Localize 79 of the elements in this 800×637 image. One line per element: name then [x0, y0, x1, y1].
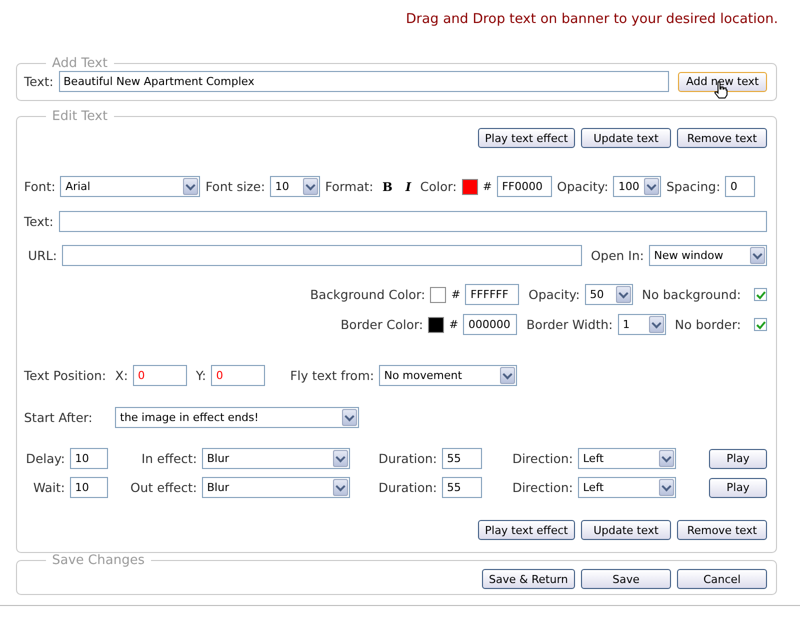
field-label: Text: — [24, 74, 54, 89]
hash-sign: # — [449, 318, 458, 331]
text-field[interactable] — [58, 211, 767, 232]
field-label: Wait: — [32, 480, 65, 495]
number-field[interactable]: 10 — [70, 448, 108, 469]
play-button[interactable]: Play — [709, 478, 767, 498]
checkbox[interactable] — [754, 318, 767, 331]
field-label: Font size: — [205, 179, 266, 194]
text-field[interactable]: Beautiful New Apartment Complex — [58, 71, 669, 92]
action-button[interactable]: Update text — [581, 520, 671, 540]
section-title: Edit Text — [51, 109, 109, 124]
field-label: No border: — [674, 317, 741, 332]
opacity-dropdown[interactable]: 100 — [613, 176, 662, 197]
font-dropdown[interactable]: Arial — [60, 176, 200, 197]
section-title: Add Text — [51, 56, 109, 71]
field-label: Direction: — [511, 480, 573, 495]
field-label: Opacity: — [556, 179, 608, 194]
field-label: Direction: — [511, 451, 573, 466]
font-size-dropdown[interactable]: 10 — [270, 176, 320, 197]
field-label: Duration: — [377, 451, 437, 466]
effect-dropdown[interactable]: Blur — [202, 448, 350, 469]
field-label: Spacing: — [666, 179, 720, 194]
field-label: URL: — [28, 248, 58, 263]
url-field[interactable] — [62, 245, 582, 266]
action-button[interactable]: Save — [581, 569, 671, 589]
color-picker[interactable] — [428, 316, 444, 332]
field-label: Delay: — [24, 451, 65, 466]
action-button[interactable]: Play text effect — [478, 128, 575, 148]
field-label: Font: — [24, 179, 56, 194]
action-button[interactable]: Cancel — [677, 569, 767, 589]
open-in-dropdown[interactable]: New window — [649, 245, 767, 266]
action-button[interactable]: Update text — [581, 128, 671, 148]
action-button[interactable]: Remove text — [677, 520, 767, 540]
spacing-field[interactable]: 0 — [725, 176, 756, 197]
field-label: No background: — [642, 287, 741, 302]
direction-dropdown[interactable]: Left — [578, 448, 676, 469]
field-label: Text: — [24, 214, 54, 229]
italic-button[interactable]: I — [402, 180, 416, 194]
color-field[interactable]: 000000 — [463, 314, 518, 335]
action-button[interactable]: Remove text — [677, 128, 767, 148]
action-button[interactable]: Play text effect — [478, 520, 575, 540]
duration-field[interactable]: 55 — [442, 448, 482, 469]
y-field[interactable]: 0 — [211, 365, 266, 386]
section-title: Save Changes — [51, 553, 146, 568]
field-label: Open In: — [590, 248, 644, 263]
color-picker[interactable] — [430, 286, 446, 302]
color-field[interactable]: FF0000 — [496, 176, 552, 197]
field-label: In effect: — [140, 451, 197, 466]
field-label: Start After: — [24, 410, 94, 425]
border-width-dropdown[interactable]: 1 — [618, 314, 666, 335]
x-field[interactable]: 0 — [132, 365, 187, 386]
hash-sign: # — [482, 180, 492, 193]
field-label: Out effect: — [129, 480, 197, 495]
number-field[interactable]: 10 — [70, 477, 108, 498]
duration-field[interactable]: 55 — [442, 477, 482, 498]
instruction-text: Drag and Drop text on banner to your desired location. — [406, 11, 778, 29]
field-label: Text Position: — [24, 368, 106, 383]
checkbox[interactable] — [754, 288, 767, 301]
field-label: Opacity: — [528, 287, 580, 302]
start-after-dropdown[interactable]: the image in effect ends! — [115, 407, 359, 428]
fly-from-dropdown[interactable]: No movement — [379, 365, 518, 386]
bold-button[interactable]: B — [378, 180, 396, 194]
direction-dropdown[interactable]: Left — [578, 477, 676, 498]
field-label: Border Color: — [340, 317, 424, 332]
field-label: Fly text from: — [290, 368, 374, 383]
action-button[interactable]: Save & Return — [482, 569, 575, 589]
field-label: Format: — [325, 179, 374, 194]
play-button[interactable]: Play — [709, 448, 767, 468]
hash-sign: # — [451, 288, 460, 301]
field-label: Duration: — [377, 480, 437, 495]
field-label: Y: — [196, 368, 206, 383]
color-field[interactable]: FFFFFF — [465, 284, 520, 305]
opacity-dropdown[interactable]: 50 — [584, 284, 633, 305]
field-label: X: — [115, 368, 128, 383]
effect-dropdown[interactable]: Blur — [202, 477, 350, 498]
field-label: Color: — [420, 179, 457, 194]
color-picker[interactable] — [462, 178, 478, 194]
field-label: Border Width: — [526, 317, 613, 332]
field-label: Background Color: — [310, 287, 426, 302]
